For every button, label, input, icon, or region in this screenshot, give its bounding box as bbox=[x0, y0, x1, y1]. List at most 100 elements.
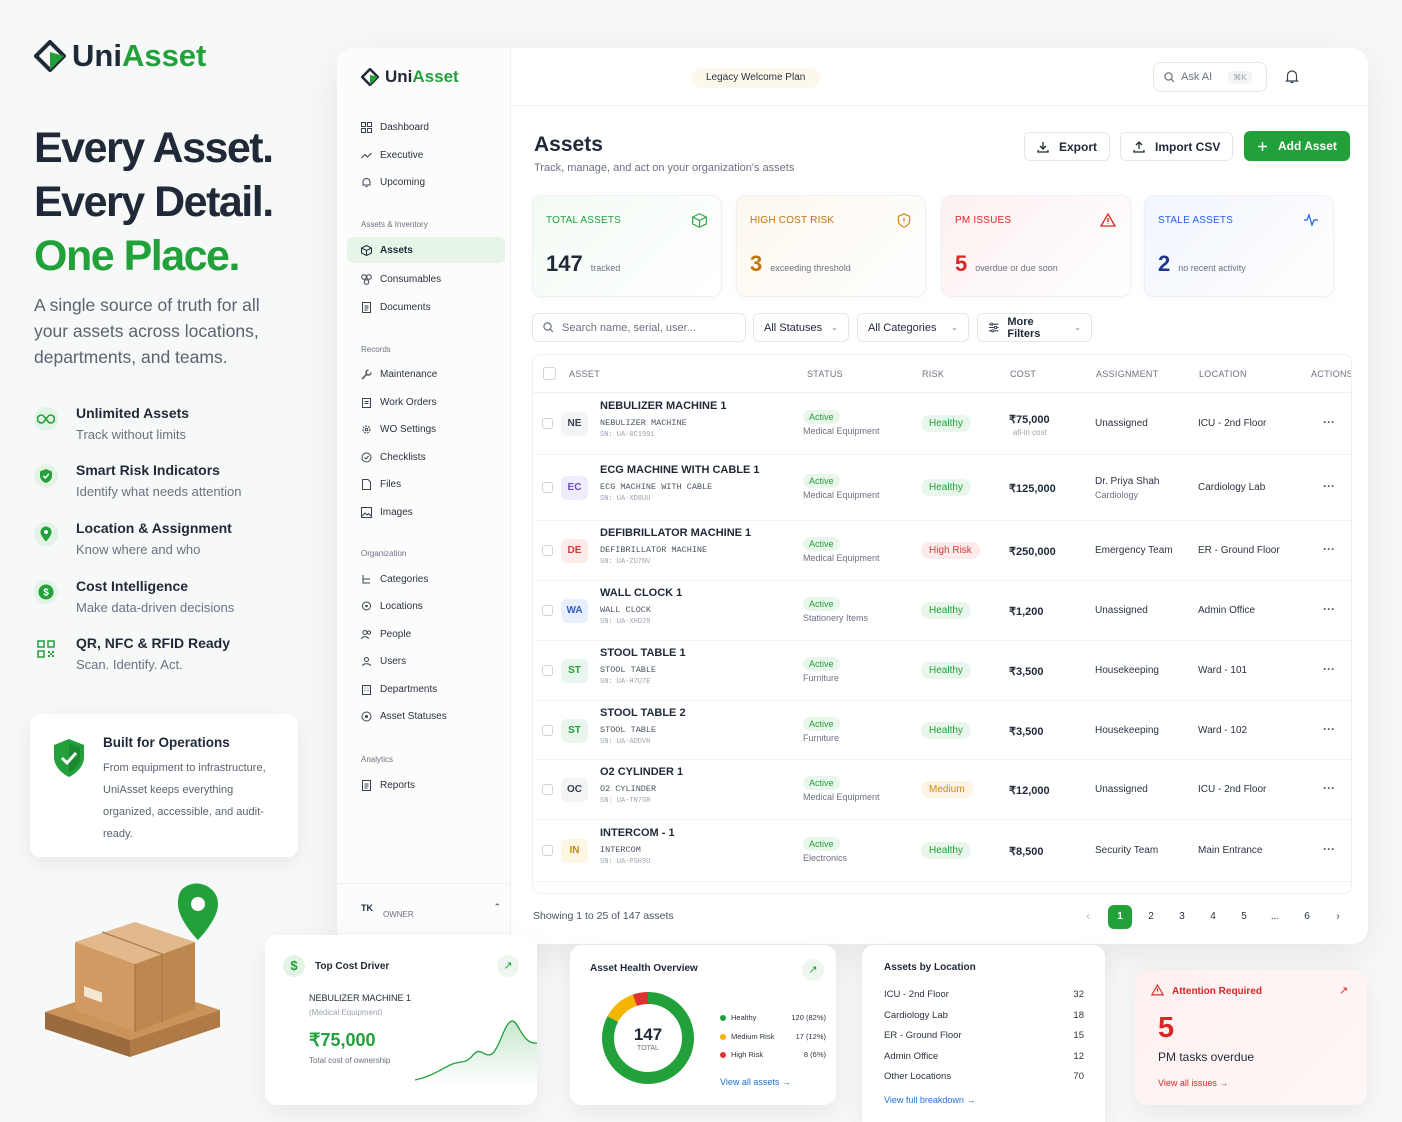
page-button[interactable]: 3 bbox=[1170, 905, 1194, 929]
arrow-up-right-icon[interactable]: ↗ bbox=[802, 959, 824, 981]
next-page-button[interactable]: › bbox=[1326, 905, 1350, 929]
table-row[interactable]: ST STOOL TABLE 1 STOOL TABLE SN: UA-H7U7E Ac… bbox=[533, 641, 1351, 701]
table-row[interactable]: NE NEBULIZER MACHINE 1 NEBULIZER MACHINE SN… bbox=[533, 393, 1351, 455]
asset-name[interactable]: DEFIBRILLATOR MACHINE 1 bbox=[600, 527, 751, 539]
row-checkbox[interactable] bbox=[542, 784, 553, 795]
kpi-total-assets[interactable]: TOTAL ASSETS 147 tracked bbox=[532, 195, 722, 297]
sidebar-item-wo-settings[interactable]: WO Settings bbox=[347, 416, 505, 442]
row-actions-menu-icon[interactable]: ··· bbox=[1323, 602, 1335, 616]
col-location[interactable]: LOCATION bbox=[1199, 369, 1247, 379]
table-row[interactable]: EC ECG MACHINE WITH CABLE 1 ECG MACHINE WI… bbox=[533, 455, 1351, 521]
bell-icon[interactable] bbox=[1285, 69, 1299, 84]
kpi-high-cost-risk[interactable]: HIGH COST RISK 3 exceeding threshold bbox=[736, 195, 926, 297]
sidebar-item-reports[interactable]: Reports bbox=[347, 772, 505, 798]
top-cost-card[interactable]: $ Top Cost Driver ↗ NEBULIZER MACHINE 1 … bbox=[265, 935, 537, 1105]
row-checkbox[interactable] bbox=[542, 665, 553, 676]
sidebar-item-documents[interactable]: Documents bbox=[347, 294, 505, 320]
sidebar-item-users[interactable]: Users bbox=[347, 648, 505, 674]
user-menu[interactable]: TK OWNER ⌃ bbox=[361, 896, 501, 919]
view-all-assets-link[interactable]: View all assets → bbox=[720, 1077, 791, 1087]
row-actions-menu-icon[interactable]: ··· bbox=[1323, 662, 1335, 676]
row-actions-menu-icon[interactable]: ··· bbox=[1323, 722, 1335, 736]
col-cost[interactable]: COST bbox=[1010, 369, 1036, 379]
col-risk[interactable]: RISK bbox=[922, 369, 944, 379]
row-checkbox[interactable] bbox=[542, 845, 553, 856]
col-asset[interactable]: ASSET bbox=[569, 369, 600, 379]
arrow-up-right-icon[interactable]: ↗ bbox=[497, 955, 519, 977]
sidebar-item-assets[interactable]: Assets bbox=[347, 237, 505, 263]
sidebar-item-people[interactable]: People bbox=[347, 621, 505, 647]
more-filters-button[interactable]: More Filters ⌄ bbox=[977, 313, 1092, 342]
sidebar-divider bbox=[337, 883, 511, 884]
asset-chip: ST bbox=[561, 659, 588, 683]
row-actions-menu-icon[interactable]: ··· bbox=[1323, 479, 1335, 493]
feature-risk: Smart Risk Indicators Identify what needs… bbox=[34, 462, 242, 499]
hero-logo: UniAsset bbox=[34, 38, 206, 74]
kpi-pm-issues[interactable]: PM ISSUES 5 overdue or due soon bbox=[941, 195, 1131, 297]
sidebar-item-executive[interactable]: Executive bbox=[347, 142, 505, 168]
asset-name[interactable]: ECG MACHINE WITH CABLE 1 bbox=[600, 464, 760, 476]
row-checkbox[interactable] bbox=[542, 724, 553, 736]
sidebar-item-upcoming[interactable]: Upcoming bbox=[347, 169, 505, 195]
sidebar-item-locations[interactable]: Locations bbox=[347, 593, 505, 619]
page-button[interactable]: 1 bbox=[1108, 905, 1132, 929]
sidebar-item-asset-statuses[interactable]: Asset Statuses bbox=[347, 703, 505, 729]
prev-page-button[interactable]: ‹ bbox=[1076, 905, 1100, 929]
table-row[interactable]: WA WALL CLOCK 1 WALL CLOCK SN: UA-XHD29 Acti… bbox=[533, 581, 1351, 641]
asset-name[interactable]: O2 CYLINDER 1 bbox=[600, 766, 683, 778]
sidebar-item-images[interactable]: Images bbox=[347, 499, 505, 525]
col-status[interactable]: STATUS bbox=[807, 369, 843, 379]
asset-name[interactable]: INTERCOM - 1 bbox=[600, 827, 675, 839]
sidebar-item-categories[interactable]: Categories bbox=[347, 566, 505, 592]
row-actions-menu-icon[interactable]: ··· bbox=[1323, 542, 1335, 556]
sidebar-item-departments[interactable]: Departments bbox=[347, 676, 505, 702]
sidebar-item-maintenance[interactable]: Maintenance bbox=[347, 361, 505, 387]
row-checkbox[interactable] bbox=[542, 418, 553, 429]
legend-label: Healthy bbox=[731, 1013, 757, 1022]
app-logo[interactable]: UniAsset bbox=[361, 67, 459, 87]
row-actions-menu-icon[interactable]: ··· bbox=[1323, 842, 1335, 856]
risk-badge: Healthy bbox=[921, 662, 971, 679]
row-actions-menu-icon[interactable]: ··· bbox=[1323, 415, 1335, 429]
asset-name[interactable]: STOOL TABLE 1 bbox=[600, 647, 686, 659]
view-full-breakdown-link[interactable]: View full breakdown → bbox=[884, 1095, 975, 1105]
sidebar-item-work-orders[interactable]: Work Orders bbox=[347, 389, 505, 415]
asset-health-card[interactable]: Asset Health Overview ↗ 147 TOTAL Health… bbox=[570, 945, 836, 1105]
sidebar-item-dashboard[interactable]: Dashboard bbox=[347, 114, 505, 140]
asset-cost: ₹1,200 bbox=[1009, 606, 1044, 618]
table-row[interactable]: OC O2 CYLINDER 1 O2 CYLINDER SN: UA-TN7GR Ac… bbox=[533, 760, 1351, 820]
category-filter[interactable]: All Categories ⌄ bbox=[857, 313, 969, 342]
export-button[interactable]: Export bbox=[1024, 132, 1111, 161]
page-button[interactable]: 6 bbox=[1295, 905, 1319, 929]
import-csv-button[interactable]: Import CSV bbox=[1120, 132, 1234, 161]
table-row[interactable]: DE DEFIBRILLATOR MACHINE 1 DEFIBRILLATOR M… bbox=[533, 521, 1351, 581]
view-all-issues-link[interactable]: View all issues → bbox=[1158, 1078, 1228, 1088]
arrow-up-right-icon[interactable]: ↗ bbox=[1339, 984, 1348, 997]
plan-badge[interactable]: Legacy Welcome Plan bbox=[691, 68, 821, 88]
status-filter[interactable]: All Statuses ⌄ bbox=[753, 313, 849, 342]
table-row[interactable]: IN INTERCOM - 1 INTERCOM SN: UA-PSH9U Active… bbox=[533, 820, 1351, 882]
attention-card[interactable]: Attention Required ↗ 5 PM tasks overdue … bbox=[1135, 970, 1367, 1105]
page-button[interactable]: 5 bbox=[1232, 905, 1256, 929]
sidebar-item-consumables[interactable]: Consumables bbox=[347, 266, 505, 292]
sidebar-item-checklists[interactable]: Checklists bbox=[347, 444, 505, 470]
table-row[interactable]: ST STOOL TABLE 2 STOOL TABLE SN: UA-ADDVH Ac… bbox=[533, 701, 1351, 760]
asset-name[interactable]: WALL CLOCK 1 bbox=[600, 587, 682, 599]
asset-cost: ₹12,000 bbox=[1009, 785, 1050, 797]
page-button[interactable]: 2 bbox=[1139, 905, 1163, 929]
row-actions-menu-icon[interactable]: ··· bbox=[1323, 781, 1335, 795]
assets-by-location-card[interactable]: Assets by Location ICU - 2nd Floor 32 Card… bbox=[862, 945, 1105, 1122]
select-all-checkbox[interactable] bbox=[543, 367, 556, 380]
kpi-stale-assets[interactable]: STALE ASSETS 2 no recent activity bbox=[1144, 195, 1334, 297]
page-button[interactable]: 4 bbox=[1201, 905, 1225, 929]
asset-name[interactable]: STOOL TABLE 2 bbox=[600, 707, 686, 719]
col-assignment[interactable]: ASSIGNMENT bbox=[1096, 369, 1159, 379]
asset-name[interactable]: NEBULIZER MACHINE 1 bbox=[600, 400, 727, 412]
add-asset-button[interactable]: Add Asset bbox=[1244, 131, 1350, 161]
row-checkbox[interactable] bbox=[542, 605, 553, 616]
row-checkbox[interactable] bbox=[542, 482, 553, 493]
sidebar-item-files[interactable]: Files bbox=[347, 471, 505, 497]
row-checkbox[interactable] bbox=[542, 545, 553, 556]
search-input[interactable]: Search name, serial, user... bbox=[532, 313, 746, 342]
ask-ai-button[interactable]: Ask AI ⌘K bbox=[1153, 62, 1267, 92]
